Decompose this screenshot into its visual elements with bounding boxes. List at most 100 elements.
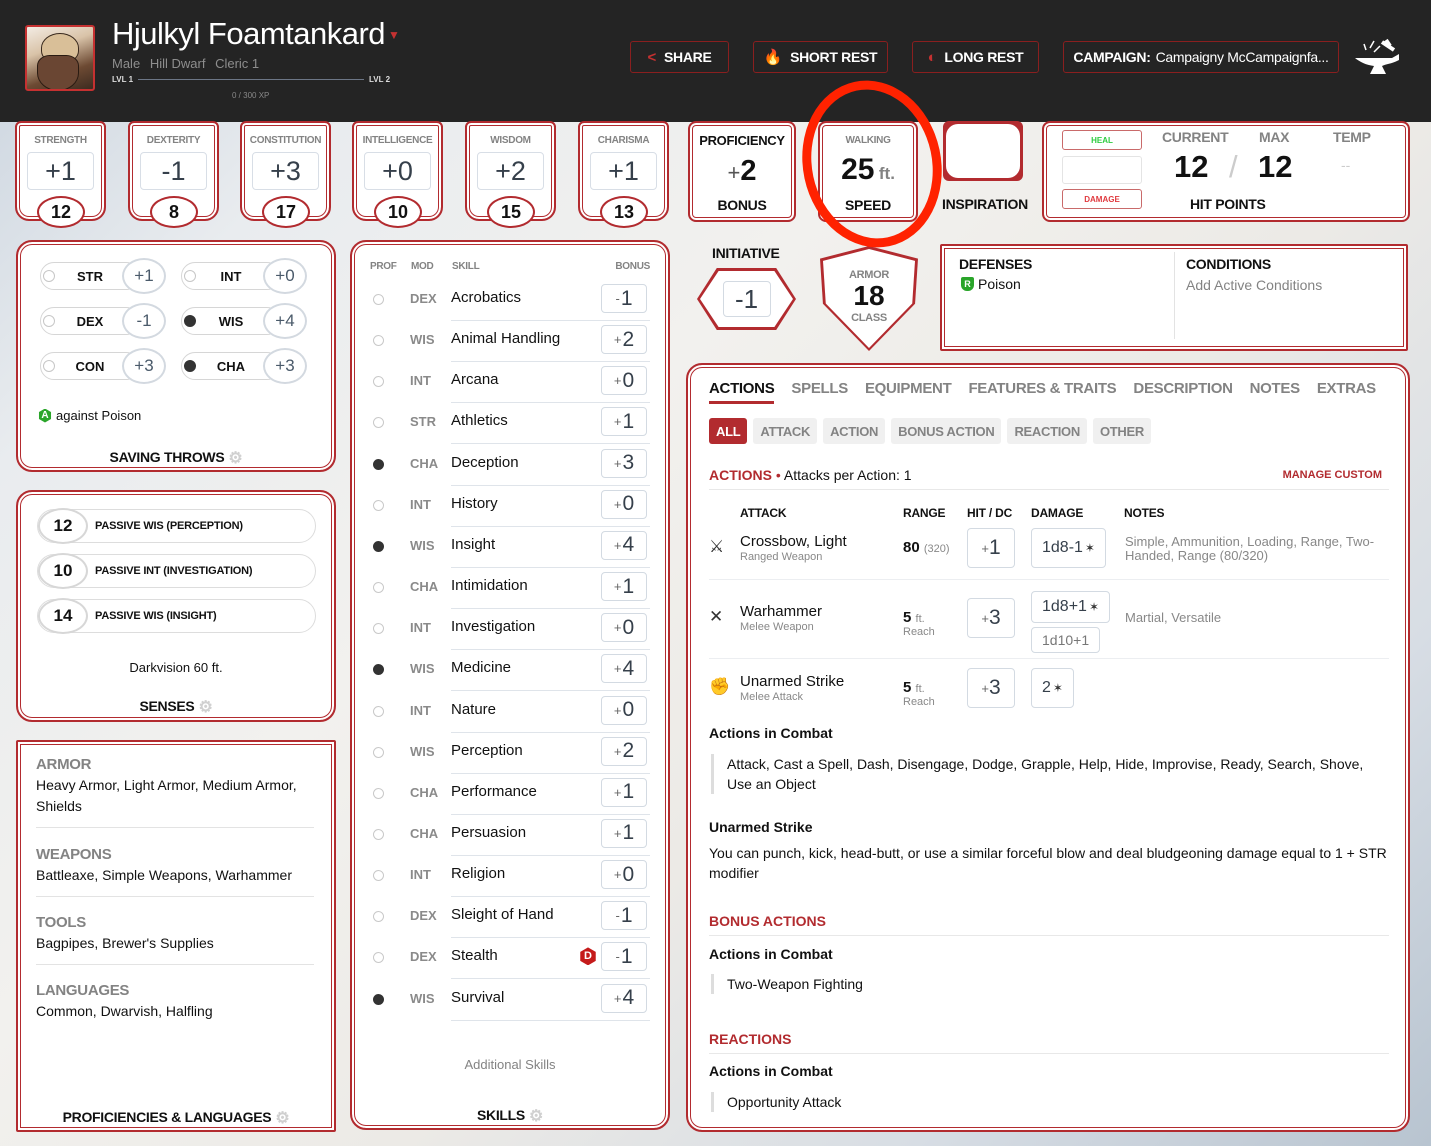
gear-icon[interactable]: ⚙	[198, 697, 212, 717]
gear-icon[interactable]: ⚙	[275, 1108, 289, 1128]
speed-box[interactable]: WALKING 25 ft. SPEED	[818, 121, 918, 222]
saving-throw-int[interactable]: INT +0	[181, 258, 311, 294]
skill-arcana[interactable]: INT Arcana +0	[366, 363, 650, 404]
skill-bonus[interactable]: +0	[601, 613, 647, 643]
anvil-logo-icon[interactable]	[1352, 38, 1402, 78]
two-weapon-fighting[interactable]: Two-Weapon Fighting	[711, 974, 863, 994]
saving-throw-wis[interactable]: WIS +4	[181, 303, 311, 339]
attack-hit-button[interactable]: +3	[967, 598, 1015, 638]
skill-intimidation[interactable]: CHA Intimidation +1	[366, 569, 650, 610]
saving-throw-con[interactable]: CON +3	[40, 348, 170, 384]
tab-equipment[interactable]: EQUIPMENT	[865, 380, 952, 397]
tab-notes[interactable]: NOTES	[1250, 380, 1300, 397]
saving-throw-cha[interactable]: CHA +3	[181, 348, 311, 384]
tab-spells[interactable]: SPELLS	[791, 380, 848, 397]
filter-other[interactable]: OTHER	[1092, 418, 1151, 444]
skill-bonus[interactable]: +4	[601, 983, 647, 1013]
skill-medicine[interactable]: WIS Medicine +4	[366, 651, 650, 692]
ability-dexterity[interactable]: DEXTERITY -1 8	[128, 121, 219, 228]
attack-damage-button[interactable]: 2 ✶	[1031, 668, 1074, 708]
defense-item[interactable]: R Poison	[961, 276, 1021, 292]
armor-class-shield[interactable]: ARMOR 18 CLASS	[820, 246, 918, 351]
skill-bonus[interactable]: +2	[601, 736, 647, 766]
skill-bonus[interactable]: +0	[601, 695, 647, 725]
skill-bonus[interactable]: -1	[601, 942, 647, 972]
skill-bonus[interactable]: -1	[601, 901, 647, 931]
combat-actions-list[interactable]: Attack, Cast a Spell, Dash, Disengage, D…	[711, 754, 1376, 794]
skill-religion[interactable]: INT Religion +0	[366, 857, 650, 898]
character-name[interactable]: Hjulkyl Foamtankard ▼	[112, 16, 400, 52]
opportunity-attack[interactable]: Opportunity Attack	[711, 1092, 841, 1112]
gear-icon[interactable]: ⚙	[228, 448, 242, 468]
add-conditions-link[interactable]: Add Active Conditions	[1186, 277, 1322, 293]
skill-bonus[interactable]: +1	[601, 572, 647, 602]
skill-bonus[interactable]: +1	[601, 818, 647, 848]
skill-perception[interactable]: WIS Perception +2	[366, 734, 650, 775]
tab-actions[interactable]: ACTIONS	[709, 380, 775, 404]
skill-bonus[interactable]: +0	[601, 489, 647, 519]
attack-row[interactable]: ✊ Unarmed Strike Melee Attack 5 ft. Reach +3 2…	[709, 667, 1389, 727]
filter-action[interactable]: ACTION	[823, 418, 886, 444]
ability-strength[interactable]: STRENGTH +1 12	[15, 121, 106, 228]
tab-extras[interactable]: EXTRAS	[1317, 380, 1376, 397]
filter-all[interactable]: ALL	[709, 418, 748, 444]
attack-damage-button[interactable]: 1d8-1 ✶	[1031, 528, 1106, 568]
skill-bonus[interactable]: +4	[601, 530, 647, 560]
share-button[interactable]: < SHARE	[630, 41, 729, 73]
long-rest-button[interactable]: ◐ LONG REST	[912, 41, 1039, 73]
skill-survival[interactable]: WIS Survival +4	[366, 981, 650, 1022]
filter-attack[interactable]: ATTACK	[753, 418, 818, 444]
saving-throw-str[interactable]: STR +1	[40, 258, 170, 294]
skill-bonus[interactable]: -1	[601, 284, 647, 313]
ability-charisma[interactable]: CHARISMA +1 13	[578, 121, 669, 228]
skill-deception[interactable]: CHA Deception +3	[366, 446, 650, 487]
attack-hit-button[interactable]: +1	[967, 528, 1015, 568]
attack-damage-alt-button[interactable]: 1d10+1	[1031, 627, 1101, 653]
skill-athletics[interactable]: STR Athletics +1	[366, 404, 650, 445]
damage-button[interactable]: DAMAGE	[1062, 189, 1142, 209]
skill-animal-handling[interactable]: WIS Animal Handling +2	[366, 322, 650, 363]
heal-button[interactable]: HEAL	[1062, 130, 1142, 150]
character-portrait[interactable]	[25, 25, 95, 91]
skill-bonus[interactable]: +0	[601, 366, 647, 396]
attack-damage-button[interactable]: 1d8+1 ✶	[1031, 591, 1110, 623]
campaign-button[interactable]: CAMPAIGN: Campaigny McCampaignfa...	[1063, 41, 1339, 73]
attack-row[interactable]: ⚔ Crossbow, Light Ranged Weapon 80 (320) +1 1…	[709, 527, 1389, 587]
current-hp[interactable]: 12	[1174, 149, 1208, 185]
skill-persuasion[interactable]: CHA Persuasion +1	[366, 816, 650, 857]
gear-icon[interactable]: ⚙	[529, 1106, 543, 1126]
skill-nature[interactable]: INT Nature +0	[366, 693, 650, 734]
initiative-box[interactable]: -1	[697, 268, 796, 330]
additional-skills-link[interactable]: Additional Skills	[352, 1057, 668, 1072]
skill-investigation[interactable]: INT Investigation +0	[366, 610, 650, 651]
attack-row[interactable]: ✕ Warhammer Melee Weapon 5 ft. Reach +3 1d8+1 ✶…	[709, 591, 1389, 659]
attack-name: Unarmed Strike	[740, 673, 845, 690]
skill-performance[interactable]: CHA Performance +1	[366, 775, 650, 816]
skill-acrobatics[interactable]: DEX Acrobatics -1	[366, 281, 650, 322]
manage-custom-link[interactable]: MANAGE CUSTOM	[1283, 469, 1382, 481]
ability-constitution[interactable]: CONSTITUTION +3 17	[240, 121, 331, 228]
filter-bonus-action[interactable]: BONUS ACTION	[891, 418, 1002, 444]
inspiration-toggle[interactable]	[943, 121, 1023, 181]
skill-stealth[interactable]: DEX Stealth D -1	[366, 939, 650, 980]
skill-bonus[interactable]: +3	[601, 448, 647, 478]
skill-bonus[interactable]: +2	[601, 325, 647, 355]
tab-features-traits[interactable]: FEATURES & TRAITS	[968, 380, 1116, 397]
hp-amount-input[interactable]	[1062, 156, 1142, 184]
chevron-down-icon[interactable]: ▼	[388, 28, 400, 42]
skill-sleight-of-hand[interactable]: DEX Sleight of Hand -1	[366, 898, 650, 939]
skill-bonus[interactable]: +4	[601, 654, 647, 684]
saving-throw-dex[interactable]: DEX -1	[40, 303, 170, 339]
skill-bonus[interactable]: +0	[601, 860, 647, 890]
skill-insight[interactable]: WIS Insight +4	[366, 528, 650, 569]
tab-description[interactable]: DESCRIPTION	[1133, 380, 1233, 397]
short-rest-button[interactable]: 🔥 SHORT REST	[753, 41, 888, 73]
temp-hp[interactable]: --	[1341, 157, 1350, 173]
skill-bonus[interactable]: +1	[601, 777, 647, 807]
filter-reaction[interactable]: REACTION	[1007, 418, 1087, 444]
skill-bonus[interactable]: +1	[601, 407, 647, 437]
attack-hit-button[interactable]: +3	[967, 668, 1015, 708]
ability-wisdom[interactable]: WISDOM +2 15	[465, 121, 556, 228]
skill-history[interactable]: INT History +0	[366, 487, 650, 528]
ability-intelligence[interactable]: INTELLIGENCE +0 10	[352, 121, 443, 228]
